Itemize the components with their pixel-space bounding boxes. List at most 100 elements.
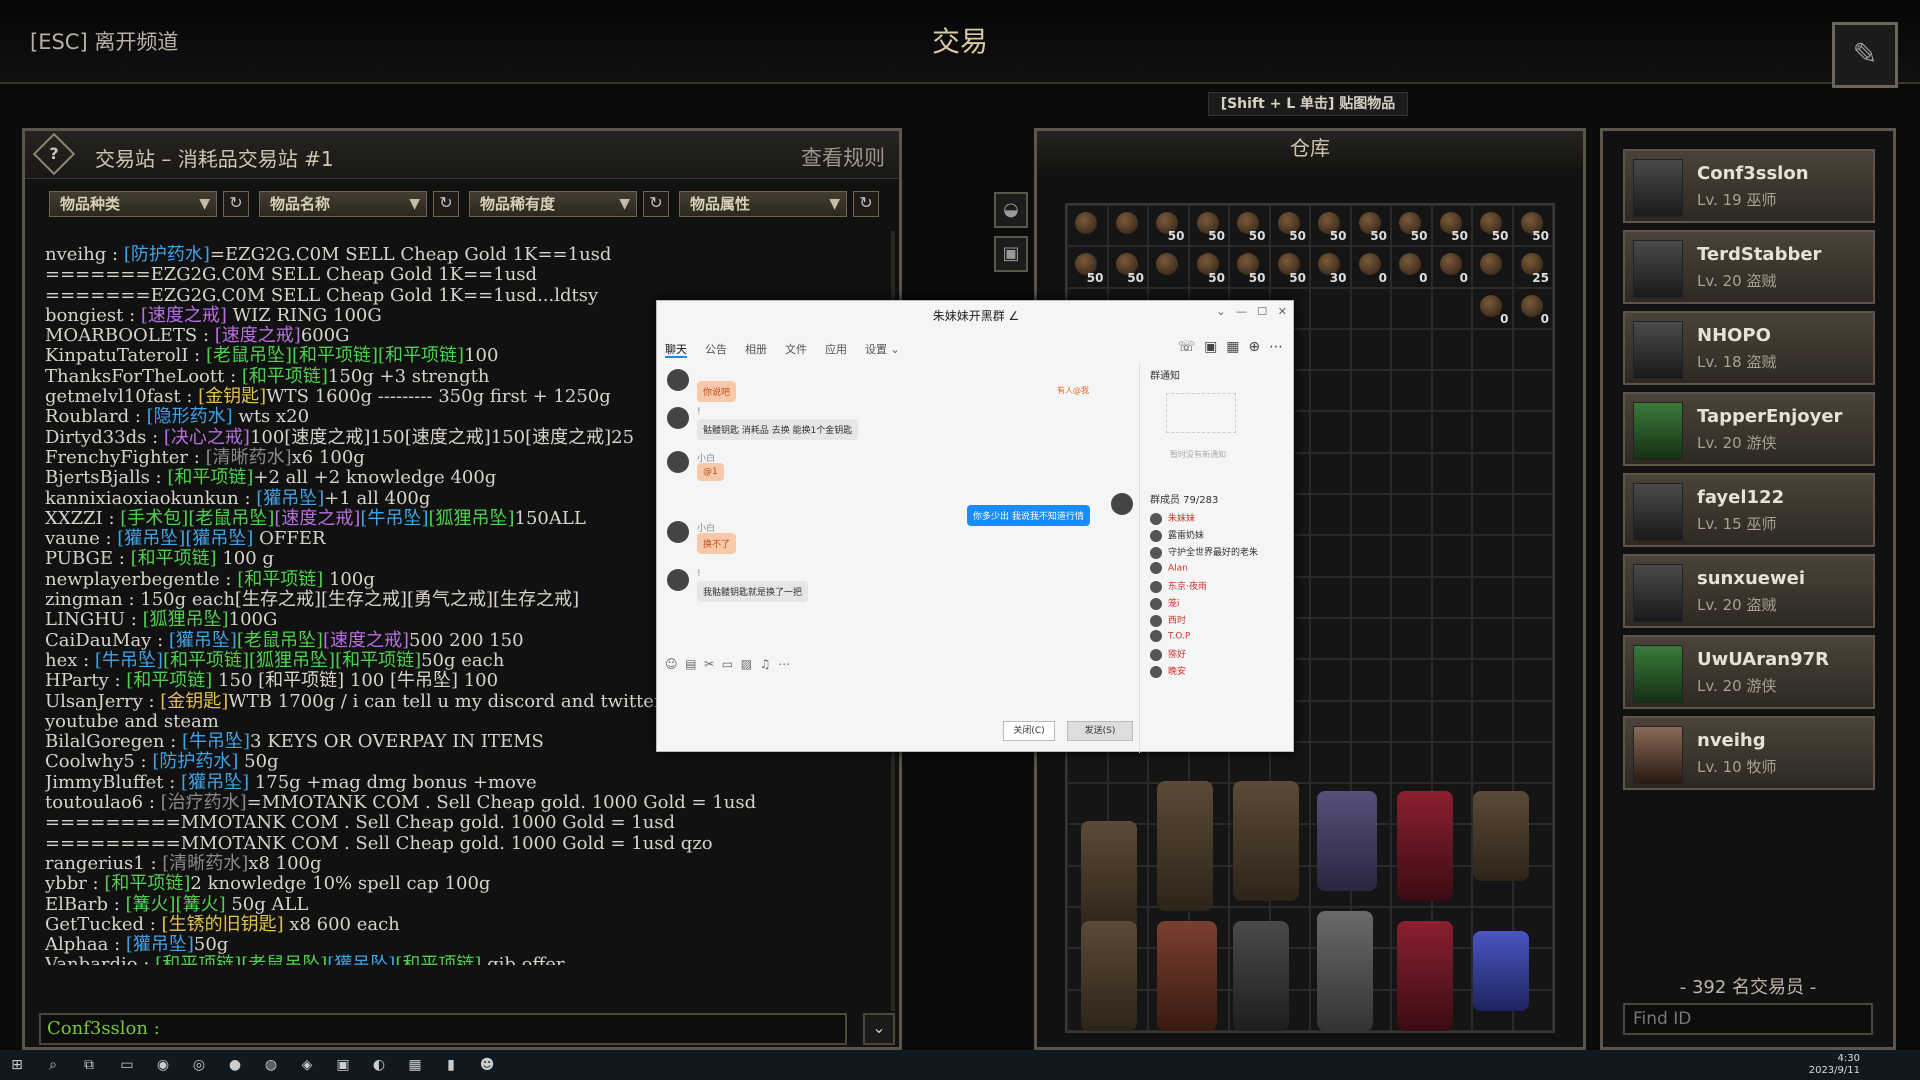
item-link[interactable]: [牛吊坠] (95, 650, 163, 671)
refresh-icon[interactable]: ↻ (433, 191, 459, 217)
trader-card[interactable]: UwUAran97R Lv. 20 游侠 (1623, 635, 1875, 709)
stash-slot[interactable] (1472, 452, 1513, 495)
item-link[interactable]: [金钥匙] (160, 691, 228, 712)
stash-slot[interactable] (1431, 535, 1472, 577)
item-link[interactable]: [和平项链] (242, 366, 328, 387)
message-bubble[interactable]: @1 (697, 463, 724, 481)
qq-message-list[interactable]: 你说吧! 骷髅钥匙 消耗品 去换 能换1个金钥匙 小白 @1 你多少出 我说我不知道行情… (657, 363, 1139, 643)
chat-sender[interactable]: nveihg (45, 245, 106, 265)
chat-sender[interactable]: Dirtyd33ds (45, 427, 146, 448)
qq-toolbar[interactable]: ☏ ▣ ▦ ⊕ ⋯ (1178, 339, 1283, 355)
item-link[interactable]: [獾吊坠] (126, 934, 194, 955)
avatar[interactable] (667, 369, 689, 391)
stash-slot[interactable] (1067, 205, 1108, 247)
stash-slot[interactable] (1350, 535, 1391, 577)
item-link[interactable]: [和平项链] (131, 548, 217, 569)
stash-slot[interactable]: 0 (1512, 287, 1553, 329)
stash-slot[interactable] (1148, 246, 1189, 288)
item-link[interactable]: [獾吊坠] (185, 528, 253, 549)
trader-card[interactable]: Conf3sslon Lv. 19 巫师 (1623, 149, 1875, 223)
qq-input-toolbar[interactable]: ☺ ▤ ✂ ▭ ▨ ♫ ⋯ (665, 657, 790, 671)
tunic-icon[interactable] (1233, 781, 1299, 901)
app-icon[interactable]: ◎ (190, 1056, 208, 1074)
stash-slot[interactable] (1350, 411, 1391, 453)
stash-slot[interactable] (1391, 370, 1432, 412)
pants-icon[interactable] (1157, 781, 1213, 911)
pants-icon[interactable] (1081, 921, 1137, 1031)
chat-sender[interactable]: CaiDauMay (45, 630, 151, 651)
chat-sender[interactable]: Vanbardio (45, 954, 138, 965)
avatar[interactable] (667, 521, 689, 543)
filter-item-rarity[interactable]: 物品稀有度 ▼ (469, 191, 637, 217)
chat-sender[interactable]: Roublard (45, 406, 129, 427)
windows-start-icon[interactable]: ⊞ (8, 1056, 26, 1074)
group-member[interactable]: 朱妹妹 (1150, 511, 1195, 525)
item-link[interactable]: [老鼠吊坠] (206, 345, 292, 366)
chat-sender[interactable]: ybbr (45, 873, 87, 894)
stash-slot[interactable] (1512, 328, 1553, 371)
stash-slot[interactable] (1512, 576, 1553, 618)
stash-slot[interactable] (1472, 328, 1513, 371)
stash-slot[interactable] (1431, 411, 1472, 453)
stash-slot[interactable]: 25 (1512, 246, 1553, 288)
avatar[interactable] (667, 569, 689, 591)
item-link[interactable]: [金钥匙] (198, 386, 266, 407)
stash-slot[interactable] (1350, 659, 1391, 701)
steam-icon[interactable]: ◐ (370, 1056, 388, 1074)
stash-slot[interactable]: 50 (1188, 205, 1229, 247)
stash-slot[interactable] (1391, 535, 1432, 577)
chat-sender[interactable]: newplayerbegentle (45, 569, 220, 590)
chest-icon[interactable]: ▣ (994, 236, 1028, 272)
chat-sender[interactable]: bongiest (45, 305, 123, 326)
stash-slot[interactable]: 50 (1107, 246, 1148, 288)
app-icon[interactable]: ▣ (334, 1056, 352, 1074)
chat-sender[interactable]: Alphaa (45, 934, 108, 955)
find-id-input[interactable]: Find ID (1623, 1003, 1873, 1035)
filter-item-attribute[interactable]: 物品属性 ▼ (679, 191, 847, 217)
item-link[interactable]: [牛吊坠] (360, 508, 428, 529)
stash-slot[interactable] (1512, 700, 1553, 742)
item-link[interactable]: [速度之戒] (323, 630, 409, 651)
tunic-icon[interactable] (1157, 921, 1217, 1031)
app-icon[interactable]: ◈ (298, 1056, 316, 1074)
stash-slot[interactable] (1391, 328, 1432, 371)
message-bubble[interactable]: 换不了 (697, 533, 737, 554)
stash-slot[interactable]: 0 (1472, 287, 1513, 329)
stash-slot[interactable] (1472, 535, 1513, 577)
message-bubble[interactable]: 你多少出 我说我不知道行情 (967, 505, 1090, 526)
chat-sender[interactable]: FrenchyFighter (45, 447, 188, 468)
chat-input[interactable]: Conf3sslon : (39, 1013, 847, 1045)
stash-slot[interactable] (1107, 205, 1148, 247)
stash-slot[interactable] (1391, 494, 1432, 536)
group-member[interactable]: Alan (1150, 562, 1188, 574)
item-link[interactable]: [獾吊坠] (327, 954, 395, 965)
item-link[interactable]: [速度之戒] (274, 508, 360, 529)
helmet-icon[interactable]: ◒ (994, 192, 1028, 228)
torch-icon[interactable]: ✎ (1832, 22, 1898, 88)
item-link[interactable]: [速度之戒] (215, 325, 301, 346)
trader-card[interactable]: NHOPO Lv. 18 盗贼 (1623, 311, 1875, 385)
stash-slot[interactable] (1431, 659, 1472, 701)
stash-slot[interactable] (1350, 452, 1391, 495)
item-link[interactable]: [手术包] (120, 508, 188, 529)
app-icon[interactable]: ▮ (442, 1056, 460, 1074)
stash-slot[interactable] (1472, 246, 1513, 288)
stash-slot[interactable] (1350, 741, 1391, 784)
stash-slot[interactable] (1512, 411, 1553, 453)
qq-chat-window[interactable]: 朱妹妹开黑群 ∠ ⌄ — ☐ ✕ 聊天 公告 相册 文件 应用 设置 ⌄ ☏ ▣ ▦ ⊕ … (656, 300, 1294, 753)
stash-slot[interactable] (1472, 494, 1513, 536)
item-link[interactable]: [老鼠吊坠] (241, 954, 327, 965)
stash-slot[interactable] (1350, 576, 1391, 618)
item-link[interactable]: [和平项链] (104, 873, 190, 894)
stash-slot[interactable] (1512, 370, 1553, 412)
group-member[interactable]: 守护全世界最好的老朱 (1150, 545, 1258, 559)
chat-sender[interactable]: BilalGoregen (45, 731, 164, 752)
chat-sender[interactable]: KinpatuTaterolI (45, 345, 188, 366)
stash-slot[interactable] (1310, 576, 1351, 618)
stash-slot[interactable] (1391, 741, 1432, 784)
stash-slot[interactable]: 0 (1391, 246, 1432, 288)
stash-slot[interactable] (1310, 411, 1351, 453)
stash-slot[interactable]: 50 (1229, 246, 1270, 288)
avatar[interactable] (667, 407, 689, 429)
filter-item-type[interactable]: 物品种类 ▼ (49, 191, 217, 217)
